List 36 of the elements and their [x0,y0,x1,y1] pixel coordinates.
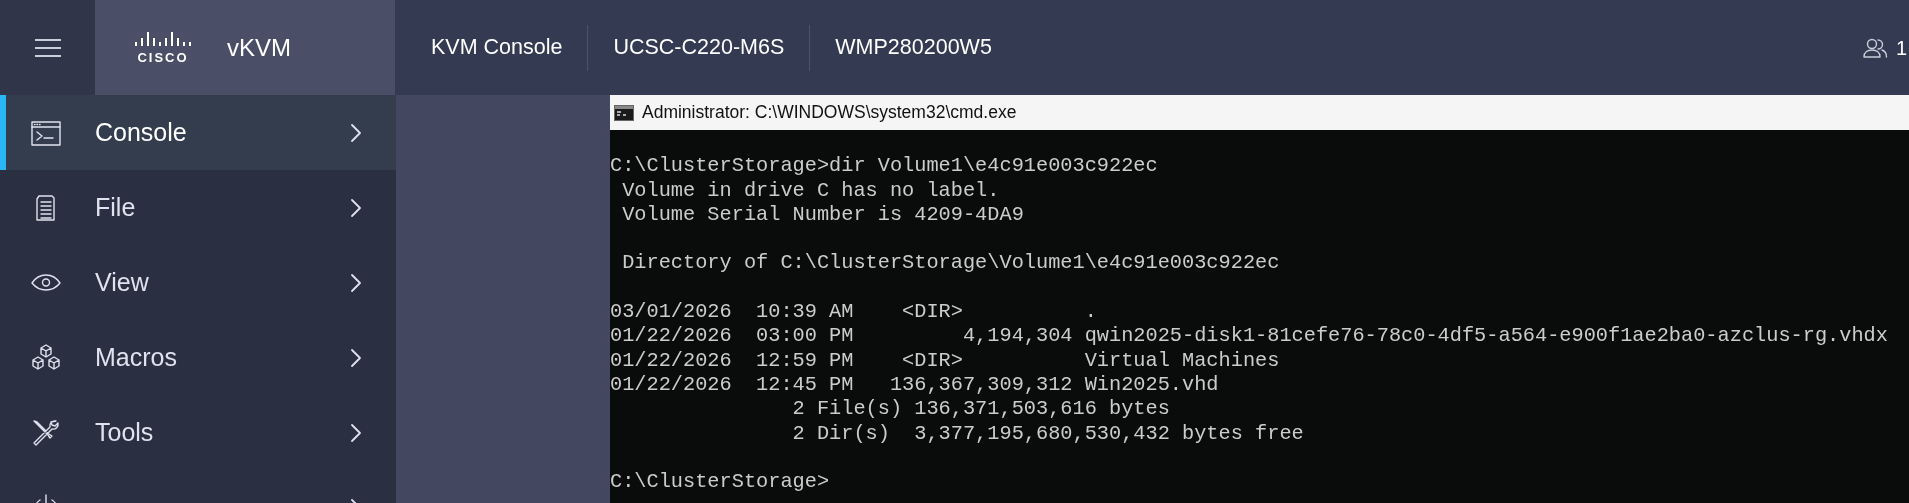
terminal-line: Directory of C:\ClusterStorage\Volume1\e4c91e003c922ec [621,251,1280,276]
app-title: vKVM [227,32,291,63]
chevron-icon [350,197,362,218]
sidebar-item[interactable]: View [0,245,396,320]
chevron-icon [350,272,362,293]
menu-icon [33,37,62,58]
sidebar-label: Macros [95,342,177,371]
window-title: Administrator: C:\WINDOWS\system32\cmd.exe [642,101,1017,125]
chevron-icon [350,347,362,368]
breadcrumb[interactable]: KVM Console [431,31,563,64]
terminal-line: C:\ClusterStorage>dir Volume1\e4c91e003c922ec [610,154,1158,179]
chevron-icon [350,122,362,143]
terminal-line: 03/01/2026 10:39 AM <DIR> . [610,300,1097,325]
logo-text: CISCO [137,51,189,64]
terminal-line: Volume Serial Number is 4209-4DA9 [621,202,1024,228]
cmd-icon [614,104,634,121]
users-count: 1 [1895,35,1907,61]
sidebar-item[interactable]: Tools [0,395,396,470]
breadcrumb[interactable]: WMP280200W5 [835,31,992,64]
breadcrumb[interactable]: UCSC-C220-M6S [613,31,785,64]
terminal-line: 01/22/2026 03:00 PM 4,194,304 qwin2025-disk1-81cefe76-78c0-4df5-a564-e900f1ae2ba0-azclus-rg.vhdx [610,324,1888,349]
chevron-icon [350,422,362,443]
terminal-line: 2 Dir(s) 3,377,195,680,530,432 bytes free [791,421,1304,446]
sidebar-item[interactable]: Macros [0,320,396,395]
terminal-line: 01/22/2026 12:45 PM 136,367,309,312 Win2025.vhd [610,372,1219,398]
terminal-line: C:\ClusterStorage> [610,470,830,495]
sidebar-label: Tools [95,417,154,446]
menu-button[interactable] [0,0,95,95]
terminal-line: Volume in drive C has no label. [621,178,1000,203]
sidebar-label: View [95,267,149,296]
sidebar-item[interactable]: Console [0,95,396,170]
sidebar-label: Console [95,117,187,146]
terminal-line: 01/22/2026 12:59 PM <DIR> Virtual Machines [610,348,1280,373]
sidebar-label: File [95,192,136,221]
sidebar-item[interactable]: File [0,170,396,245]
terminal-line: 2 File(s) 136,371,503,616 bytes [791,397,1170,422]
